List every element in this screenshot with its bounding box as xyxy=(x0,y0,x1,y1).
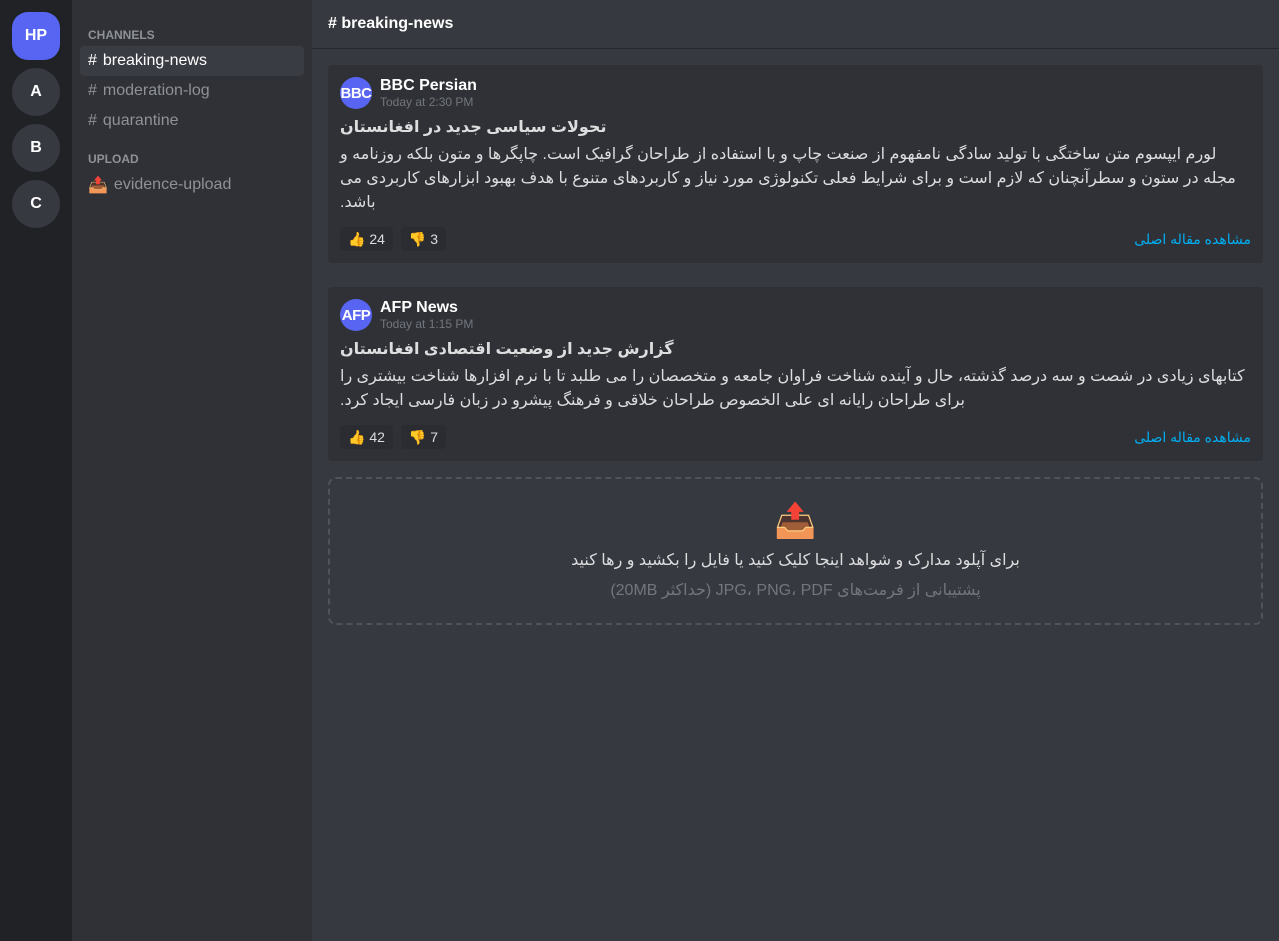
channel-breaking-news[interactable]: # breaking-news xyxy=(80,46,304,76)
view-original-link[interactable]: مشاهده مقاله اصلی xyxy=(1134,231,1251,248)
author-name[interactable]: BBC Persian xyxy=(380,77,477,95)
dropzone-format-hint: پشتیبانی از فرمت‌های JPG، PNG، PDF (حداک… xyxy=(610,582,981,599)
app-window: HP A B C CHANNELS # breaking-news # mode… xyxy=(0,0,1279,941)
avatar[interactable]: AFP xyxy=(340,299,372,331)
thumbs-up-reaction[interactable]: 👍 24 xyxy=(340,227,393,251)
author-block: BBC Persian Today at 2:30 PM xyxy=(380,77,477,109)
article-headline: تحولات سیاسی جدید در افغانستان xyxy=(340,119,607,136)
card-footer: 👍 24 👎 3 مشاهده مقاله اصلی xyxy=(340,227,1251,251)
thumbs-down-reaction[interactable]: 👎 3 xyxy=(400,227,447,251)
channel-header: # breaking-news xyxy=(312,0,1279,49)
card-footer: 👍 42 👎 7 مشاهده مقاله اصلی xyxy=(340,425,1251,449)
channels-category-label: CHANNELS xyxy=(88,28,155,42)
thumbs-up-reaction[interactable]: 👍 42 xyxy=(340,425,393,449)
server-list: HP A B C xyxy=(0,0,72,941)
channel-name: breaking-news xyxy=(102,52,207,69)
channel-name: quarantine xyxy=(102,112,179,129)
avatar[interactable]: BBC xyxy=(340,77,372,109)
reactions: 👍 24 👎 3 xyxy=(340,227,447,251)
thumbs-down-reaction[interactable]: 👎 7 xyxy=(400,425,447,449)
timestamp: Today at 2:30 PM xyxy=(380,95,474,109)
reactions: 👍 42 👎 7 xyxy=(340,425,447,449)
channel-moderation-log[interactable]: # moderation-log xyxy=(80,76,304,106)
news-card: AFP AFP News Today at 1:15 PM گزارش جدید… xyxy=(328,287,1263,461)
channel-name: moderation-log xyxy=(102,82,210,99)
outbox-tray-icon: 📤 xyxy=(88,177,108,194)
evidence-dropzone[interactable]: 📤 برای آپلود مدارک و شواهد اینجا کلیک کن… xyxy=(328,477,1263,625)
card-header: BBC BBC Persian Today at 2:30 PM xyxy=(340,77,1251,109)
server-c[interactable]: C xyxy=(12,180,60,228)
hash-icon: # xyxy=(88,82,97,99)
outbox-tray-icon: 📤 xyxy=(774,502,817,540)
main-panel: # breaking-news BBC BBC Persian Today at… xyxy=(312,0,1279,941)
view-original-link[interactable]: مشاهده مقاله اصلی xyxy=(1134,429,1251,446)
hash-icon: # xyxy=(88,52,97,69)
timestamp: Today at 1:15 PM xyxy=(380,317,474,331)
channel-title: # breaking-news xyxy=(328,15,454,32)
author-block: AFP News Today at 1:15 PM xyxy=(380,299,473,331)
server-a[interactable]: A xyxy=(12,68,60,116)
dropzone-instructions: برای آپلود مدارک و شواهد اینجا کلیک کنید… xyxy=(571,552,1020,569)
channel-name: evidence-upload xyxy=(113,176,232,193)
server-b[interactable]: B xyxy=(12,124,60,172)
channel-quarantine[interactable]: # quarantine xyxy=(80,106,304,136)
card-header: AFP AFP News Today at 1:15 PM xyxy=(340,299,1251,331)
channel-sidebar: CHANNELS # breaking-news # moderation-lo… xyxy=(72,0,312,941)
channel-evidence-upload[interactable]: 📤 evidence-upload xyxy=(80,170,304,200)
news-card: BBC BBC Persian Today at 2:30 PM تحولات … xyxy=(328,65,1263,263)
message-list[interactable]: BBC BBC Persian Today at 2:30 PM تحولات … xyxy=(312,49,1279,477)
hash-icon: # xyxy=(88,112,97,129)
article-headline: گزارش جدید از وضعیت اقتصادی افغانستان xyxy=(340,341,674,358)
article-body: کتابهای زیادی در شصت و سه درصد گذشته، حا… xyxy=(340,368,1245,409)
upload-category-label: UPLOAD xyxy=(88,152,139,166)
server-hp[interactable]: HP xyxy=(12,12,60,60)
author-name[interactable]: AFP News xyxy=(380,299,473,317)
article-body: لورم ایپسوم متن ساختگی با تولید سادگی نا… xyxy=(340,146,1236,211)
